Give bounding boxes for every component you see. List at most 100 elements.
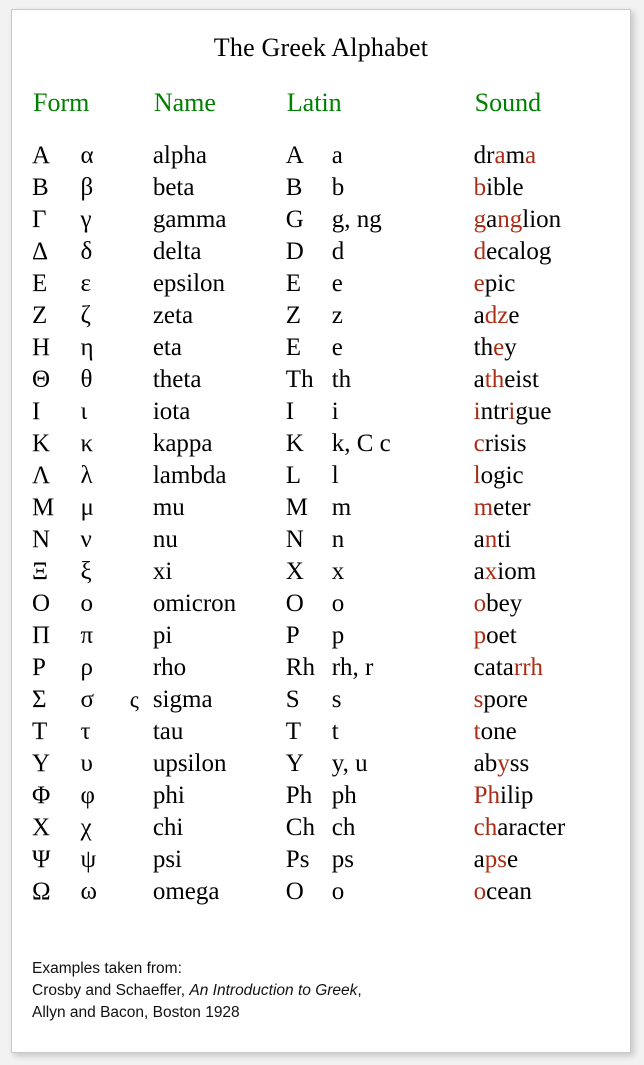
sound-plain: risis [484, 430, 527, 457]
sound-highlight: o [473, 590, 487, 617]
sound-highlight: a [525, 142, 537, 169]
greek-letter-name: rho [152, 654, 187, 681]
table-row: Ττ tau Tt tone [32, 716, 630, 748]
table-row: Κκ kappa Kk, C c crisis [32, 428, 630, 460]
sound-example: they [474, 332, 630, 364]
sound-example: epic [474, 268, 630, 300]
greek-lowercase-letter: β [80, 174, 94, 201]
sound-example: tone [474, 716, 630, 748]
sound-example: meter [474, 492, 630, 524]
sound-highlight: th [484, 366, 505, 393]
latin-lowercase: k, C c [331, 430, 391, 457]
sound-example: apse [474, 844, 630, 876]
latin-uppercase: Ch [285, 814, 315, 841]
table-row: Φφ phi Ph ph Philip [32, 780, 630, 812]
greek-final-sigma [130, 716, 153, 748]
greek-final-sigma [130, 876, 153, 908]
table-row: Λλ lambda Ll logic [32, 460, 630, 492]
sound-highlight: t [473, 718, 481, 745]
latin-uppercase: M [285, 494, 309, 521]
greek-uppercase-letter: Ο [32, 590, 51, 617]
greek-final-sigma [130, 396, 153, 428]
greek-uppercase-letter: Κ [32, 430, 51, 457]
greek-letter-name: mu [152, 494, 185, 521]
latin-lowercase: y, u [331, 750, 368, 777]
greek-uppercase-letter: Χ [32, 814, 51, 841]
greek-letter-name: tau [152, 718, 184, 745]
footnote-line-1: Examples taken from: [32, 960, 182, 977]
sound-example: obey [474, 588, 630, 620]
sound-example: poet [474, 620, 630, 652]
table-row: Οο omicron Oo obey [32, 588, 630, 620]
sound-highlight: y [497, 750, 510, 777]
greek-uppercase-letter: Ε [32, 270, 48, 297]
sound-plain: a [473, 846, 485, 873]
greek-lowercase-letter: ξ [80, 558, 92, 585]
sound-example: abyss [474, 748, 630, 780]
sound-plain: eter [493, 494, 531, 521]
latin-lowercase: p [331, 622, 345, 649]
greek-letter-name: pi [152, 622, 173, 649]
greek-letter-name: nu [152, 526, 178, 553]
greek-final-sigma [130, 204, 153, 236]
table-row: Δδ delta Dd decalog [32, 236, 630, 268]
greek-lowercase-letter: ν [80, 526, 92, 553]
latin-uppercase: E [285, 334, 302, 361]
sound-plain: a [473, 526, 485, 553]
greek-lowercase-letter: λ [80, 462, 93, 489]
sound-plain: a [473, 558, 485, 585]
table-row: Ζζ zeta Zz adze [32, 300, 630, 332]
greek-final-sigma: ς [129, 687, 139, 712]
sound-highlight: x [484, 558, 498, 585]
greek-lowercase-letter: γ [80, 206, 92, 233]
latin-uppercase: T [285, 718, 302, 745]
greek-lowercase-letter: φ [80, 782, 95, 809]
greek-letter-name: xi [152, 558, 173, 585]
sound-plain: one [480, 718, 517, 745]
footnote-line-3: Allyn and Bacon, Boston 1928 [32, 1004, 240, 1021]
greek-lowercase-letter: χ [80, 814, 92, 841]
greek-lowercase-letter: η [80, 334, 94, 361]
greek-lowercase-letter: α [80, 142, 94, 169]
sound-example: logic [474, 460, 630, 492]
sound-highlight: ng [497, 206, 523, 233]
sound-plain: ss [509, 750, 530, 777]
sound-plain: dr [473, 142, 495, 169]
table-row: Ββ beta Bb bible [32, 172, 630, 204]
sound-highlight: ch [473, 814, 498, 841]
greek-letter-name: delta [152, 238, 202, 265]
sound-example: adze [474, 300, 630, 332]
greek-letter-name: lambda [152, 462, 227, 489]
sound-highlight: e [493, 334, 505, 361]
greek-uppercase-letter: Β [32, 174, 49, 201]
sound-plain: ecalog [486, 238, 552, 265]
sound-plain: eist [504, 366, 539, 393]
greek-final-sigma [130, 332, 153, 364]
greek-uppercase-letter: Ρ [32, 654, 46, 681]
greek-uppercase-letter: Π [32, 622, 51, 649]
latin-lowercase: th [331, 366, 352, 393]
latin-uppercase: I [285, 398, 295, 425]
sound-plain: ab [473, 750, 498, 777]
page-title: The Greek Alphabet [213, 33, 429, 62]
greek-letter-name: sigma [152, 686, 213, 713]
sound-plain: bey [486, 590, 523, 617]
latin-lowercase: l [331, 462, 339, 489]
greek-letter-name: zeta [152, 302, 194, 329]
greek-letter-name: theta [152, 366, 202, 393]
sound-plain: ti [497, 526, 512, 553]
table-row: Χχ chi Ch ch character [32, 812, 630, 844]
sound-highlight: d [473, 238, 487, 265]
latin-lowercase: z [331, 302, 343, 329]
sound-example: character [474, 812, 630, 844]
table-row: Θθ theta Th th atheist [32, 364, 630, 396]
latin-lowercase: s [331, 686, 342, 713]
greek-final-sigma [130, 652, 153, 684]
sound-highlight: b [473, 174, 487, 201]
latin-lowercase: g, ng [331, 206, 382, 233]
greek-lowercase-letter: σ [80, 686, 95, 713]
latin-uppercase: L [285, 462, 302, 489]
greek-final-sigma [130, 236, 153, 268]
greek-uppercase-letter: Ζ [32, 302, 48, 329]
sound-plain: pore [483, 686, 528, 713]
